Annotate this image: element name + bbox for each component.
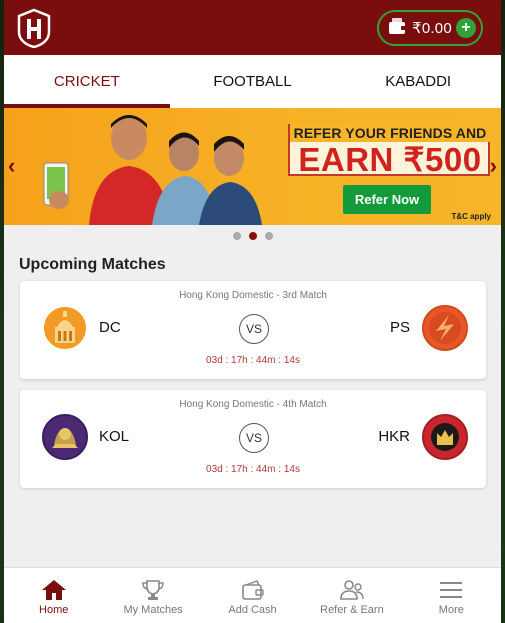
carousel-dot-active[interactable] [248, 232, 257, 240]
team-logo-hkr-icon [422, 414, 468, 460]
match-title: Hong Kong Domestic - 3rd Match [179, 290, 327, 301]
tab-football[interactable]: FOOTBALL [170, 55, 336, 108]
sport-tabs: CRICKET FOOTBALL KABADDI [4, 55, 501, 108]
app-frame: ₹0.00 + CRICKET FOOTBALL KABADDI ‹ › REF… [4, 0, 501, 623]
nav-my-matches[interactable]: My Matches [103, 568, 202, 623]
match-card[interactable]: Hong Kong Domestic - 3rd Match DC VS PS … [20, 281, 486, 379]
nav-refer-earn-label: Refer & Earn [320, 604, 384, 616]
nav-more-label: More [438, 604, 464, 616]
team2-name: PS [389, 319, 410, 336]
trophy-icon [142, 580, 164, 600]
banner-prev-arrow[interactable]: ‹ [8, 153, 15, 179]
match-countdown: 03d : 17h : 44m : 14s [206, 464, 300, 475]
carousel-indicator [4, 225, 501, 247]
wallet-balance-button[interactable]: ₹0.00 + [377, 9, 483, 46]
team1-name: KOL [99, 428, 130, 445]
menu-icon [440, 582, 463, 598]
earn-amount-text: EARN ₹500 [298, 141, 482, 178]
vs-badge: VS [239, 314, 269, 344]
team-logo-dc-icon [42, 305, 88, 351]
nav-home[interactable]: Home [4, 568, 103, 623]
wallet-icon [241, 580, 264, 600]
match-card[interactable]: Hong Kong Domestic - 4th Match KOL VS HK… [20, 390, 486, 488]
tab-cricket[interactable]: CRICKET [4, 55, 170, 108]
add-cash-plus-icon[interactable]: + [456, 17, 476, 38]
team-logo-ps-icon [422, 305, 468, 351]
users-icon [340, 580, 364, 600]
wallet-icon [388, 17, 408, 39]
team1-name: DC [99, 319, 121, 336]
nav-my-matches-label: My Matches [123, 604, 183, 616]
nav-add-cash[interactable]: Add Cash [203, 568, 302, 623]
banner-people-illustration [43, 115, 262, 225]
carousel-dot[interactable] [232, 232, 241, 240]
refer-now-button[interactable]: Refer Now [343, 185, 431, 214]
bottom-navigation: Home My Matches Add Cash Refer & Earn Mo… [4, 567, 501, 623]
home-icon [41, 580, 66, 600]
nav-refer-earn[interactable]: Refer & Earn [302, 568, 401, 623]
app-logo-icon[interactable] [16, 8, 52, 48]
terms-text: T&C apply [451, 212, 491, 221]
nav-home-label: Home [39, 604, 69, 616]
carousel-dot[interactable] [264, 232, 273, 240]
nav-more[interactable]: More [402, 568, 501, 623]
section-title: Upcoming Matches [19, 256, 166, 273]
match-title: Hong Kong Domestic - 4th Match [179, 399, 327, 410]
match-countdown: 03d : 17h : 44m : 14s [206, 355, 300, 366]
wallet-amount: ₹0.00 [412, 19, 452, 37]
team2-name: HKR [378, 428, 410, 445]
vs-badge: VS [239, 423, 269, 453]
top-header: ₹0.00 + [4, 0, 501, 55]
team-logo-kol-icon [42, 414, 88, 460]
promo-banner[interactable]: ‹ › REFER YOUR FRIENDS AND EARN ₹500 Ref… [4, 108, 501, 225]
tab-kabaddi[interactable]: KABADDI [335, 55, 501, 108]
banner-next-arrow[interactable]: › [490, 153, 497, 179]
nav-add-cash-label: Add Cash [228, 604, 277, 616]
